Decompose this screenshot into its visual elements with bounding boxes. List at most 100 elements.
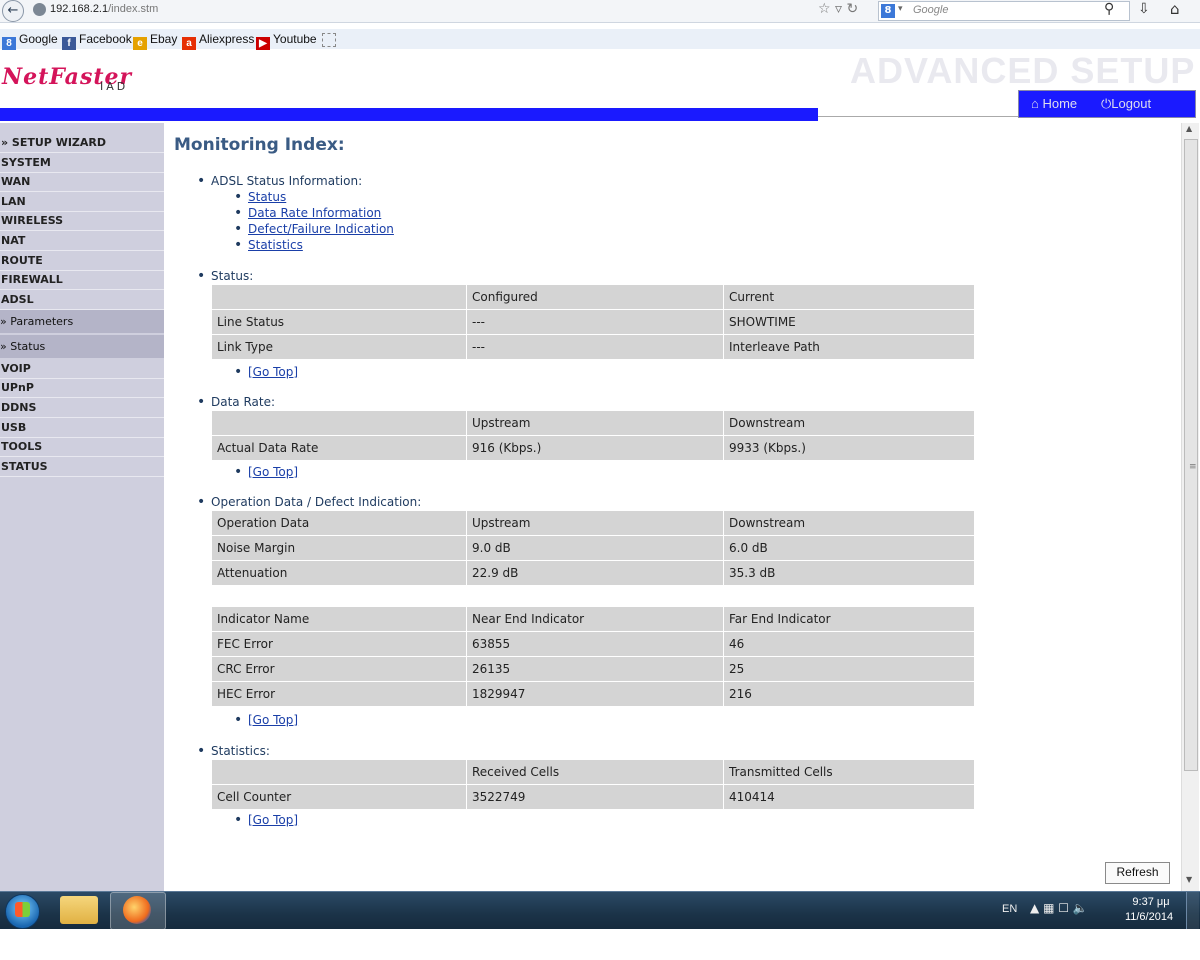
sidebar-subitem-parameters[interactable]: » Parameters <box>0 310 164 333</box>
header-divider <box>818 116 1018 117</box>
home-link[interactable]: ⌂ Home <box>1031 96 1077 111</box>
bookmark-aliexpress[interactable]: a Aliexpress <box>182 32 254 51</box>
link-defect-failure[interactable]: Defect/Failure Indication <box>234 221 394 237</box>
data-rate-table: Upstream Downstream Actual Data Rate 916 (… <box>211 410 975 461</box>
sidebar-item-wan[interactable]: WAN <box>0 172 164 192</box>
sidebar-item-wireless[interactable]: WIRELESS <box>0 211 164 231</box>
bookmark-google[interactable]: 8 Google <box>2 32 58 51</box>
facebook-icon: f <box>62 37 76 51</box>
link-data-rate[interactable]: Data Rate Information <box>234 205 381 221</box>
start-button[interactable] <box>5 894 40 929</box>
ebay-icon: e <box>133 37 147 51</box>
table-row: Cell Counter 3522749 410414 <box>211 784 975 810</box>
network-icon[interactable]: ▦ <box>1043 901 1054 915</box>
table-row: CRC Error 26135 25 <box>211 656 975 682</box>
sidebar-item-ddns[interactable]: DDNS <box>0 398 164 418</box>
sidebar-item-tools[interactable]: TOOLS <box>0 437 164 457</box>
main-content: Monitoring Index: ADSL Status Informatio… <box>164 123 1181 891</box>
go-top-link[interactable]: [Go Top] <box>234 712 298 728</box>
volume-icon[interactable]: 🔈 <box>1073 901 1088 915</box>
search-input[interactable]: Google <box>913 4 948 16</box>
search-engine-dropdown-icon[interactable]: ▾ <box>898 4 903 14</box>
sidebar-subitem-status[interactable]: » Status <box>0 335 164 358</box>
sidebar-item-route[interactable]: ROUTE <box>0 251 164 271</box>
action-center-icon[interactable]: ☐ <box>1058 901 1069 915</box>
power-icon: ⏻ <box>1101 96 1112 111</box>
link-statistics[interactable]: Statistics <box>234 237 303 253</box>
back-button[interactable]: ← <box>2 0 24 22</box>
tray-expand-icon[interactable]: ▲ <box>1030 901 1039 915</box>
browser-toolbar: ← 192.168.2.1/index.stm ☆ ▿ ↻ 8 ▾ Google… <box>0 0 1200 23</box>
table-row: Line Status --- SHOWTIME <box>211 309 975 335</box>
page-title: Monitoring Index: <box>174 135 345 155</box>
bookmark-facebook[interactable]: f Facebook <box>62 32 132 51</box>
logout-link[interactable]: ⏻Logout <box>1101 96 1151 112</box>
scroll-down-icon[interactable]: ▼ <box>1186 875 1192 884</box>
grip-icon: ≡ <box>1189 462 1197 472</box>
address-bar-actions: ☆ ▿ ↻ <box>818 1 858 17</box>
scroll-up-icon[interactable]: ▲ <box>1186 124 1192 133</box>
header-blue-bar <box>0 108 818 121</box>
operation-heading: Operation Data / Defect Indication: <box>197 494 421 510</box>
clock-date[interactable]: 11/6/2014 <box>1118 911 1180 923</box>
search-magnifier-icon[interactable]: ⚲ <box>1104 1 1114 17</box>
bookmark-empty-icon[interactable] <box>322 33 336 47</box>
table-header-row: Received Cells Transmitted Cells <box>211 759 975 785</box>
back-arrow-icon: ← <box>7 3 19 18</box>
sidebar-item-firewall[interactable]: FIREWALL <box>0 270 164 290</box>
address-bar[interactable]: 192.168.2.1/index.stm <box>50 3 158 15</box>
sidebar-item-usb[interactable]: USB <box>0 418 164 438</box>
table-header-row: Configured Current <box>211 284 975 310</box>
firefox-taskbar-button[interactable] <box>110 892 166 930</box>
dropdown-icon[interactable]: ▿ <box>835 1 842 17</box>
indicator-table: Indicator Name Near End Indicator Far End … <box>211 606 975 707</box>
windows-logo-icon <box>15 902 30 917</box>
url-host: 192.168.2.1 <box>50 3 109 15</box>
scroll-thumb[interactable]: ≡ <box>1184 139 1198 771</box>
status-table: Configured Current Line Status --- SHOWTIME… <box>211 284 975 360</box>
explorer-folder-icon[interactable] <box>60 896 98 924</box>
sidebar-item-voip[interactable]: VOIP <box>0 359 164 379</box>
link-status[interactable]: Status <box>234 189 286 205</box>
refresh-button[interactable]: Refresh <box>1105 862 1170 884</box>
url-path: /index.stm <box>108 3 159 15</box>
sidebar-item-system[interactable]: SYSTEM <box>0 153 164 173</box>
home-icon[interactable]: ⌂ <box>1170 0 1180 18</box>
sidebar-item-adsl[interactable]: ADSL <box>0 290 164 310</box>
sidebar-item-status[interactable]: STATUS <box>0 457 164 477</box>
table-row: Link Type --- Interleave Path <box>211 334 975 360</box>
sidebar-item-upnp[interactable]: UPnP <box>0 378 164 398</box>
bookmark-ebay[interactable]: e Ebay <box>133 32 177 51</box>
clock-time[interactable]: 9:37 μμ <box>1126 896 1176 908</box>
sidebar-item-nat[interactable]: NAT <box>0 231 164 251</box>
advanced-setup-banner: ADVANCED SETUP <box>850 50 1196 91</box>
table-header-row: Indicator Name Near End Indicator Far End … <box>211 606 975 632</box>
bookmark-youtube[interactable]: ▶ Youtube <box>256 32 317 51</box>
show-desktop-button[interactable] <box>1186 892 1199 929</box>
table-header-row: Operation Data Upstream Downstream <box>211 510 975 536</box>
search-box[interactable]: 8 ▾ Google <box>878 1 1130 21</box>
status-heading: Status: <box>197 268 253 284</box>
table-header-row: Upstream Downstream <box>211 410 975 436</box>
google-icon: 8 <box>2 37 16 51</box>
bookmarks-bar: 8 Google f Facebook e Ebay a Aliexpress ▶ You… <box>0 29 1200 51</box>
table-row: Noise Margin 9.0 dB 6.0 dB <box>211 535 975 561</box>
youtube-icon: ▶ <box>256 37 270 51</box>
table-row: FEC Error 63855 46 <box>211 631 975 657</box>
sidebar-item-lan[interactable]: LAN <box>0 192 164 212</box>
download-icon[interactable]: ⇩ <box>1138 1 1150 17</box>
star-bookmark-icon[interactable]: ☆ <box>818 1 831 17</box>
go-top-link[interactable]: [Go Top] <box>234 464 298 480</box>
site-identity-icon[interactable] <box>33 3 46 16</box>
reload-icon[interactable]: ↻ <box>847 1 859 17</box>
go-top-link[interactable]: [Go Top] <box>234 364 298 380</box>
page-scrollbar[interactable]: ▲ ≡ ▼ <box>1181 123 1199 891</box>
table-row: Actual Data Rate 916 (Kbps.) 9933 (Kbps.) <box>211 435 975 461</box>
go-top-link[interactable]: [Go Top] <box>234 812 298 828</box>
sidebar-item-setup-wizard[interactable]: » SETUP WIZARD <box>0 133 164 153</box>
statistics-table: Received Cells Transmitted Cells Cell Cou… <box>211 759 975 810</box>
google-search-icon: 8 <box>881 4 895 18</box>
table-row: Attenuation 22.9 dB 35.3 dB <box>211 560 975 586</box>
house-icon: ⌂ <box>1031 96 1039 111</box>
language-indicator[interactable]: EN <box>1002 903 1017 915</box>
